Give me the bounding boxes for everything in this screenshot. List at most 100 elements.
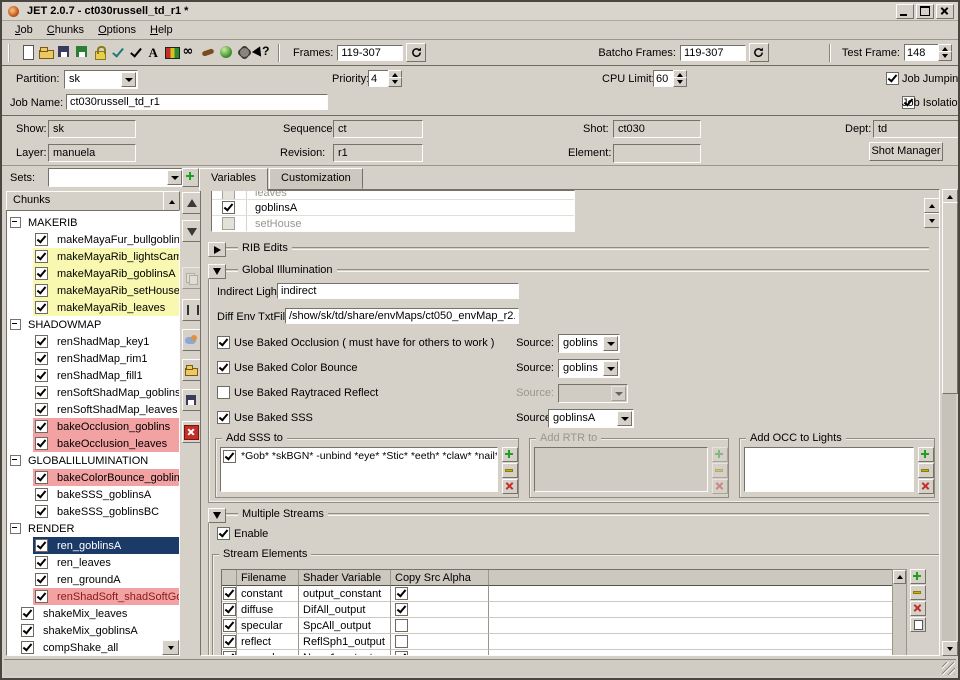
- tree-row-body[interactable]: renSoftShadMap_goblinsA: [33, 384, 180, 401]
- checkbox[interactable]: [223, 603, 236, 616]
- tree-item-makeMayaFur_bullgoblinA[interactable]: makeMayaFur_bullgoblinA: [7, 231, 179, 248]
- test-frame-spinner[interactable]: [904, 44, 952, 61]
- job-name-input[interactable]: [66, 94, 328, 110]
- remove-button[interactable]: [502, 463, 518, 478]
- checkbox[interactable]: [395, 651, 408, 656]
- checkbox[interactable]: [35, 352, 48, 365]
- batch-frames-input[interactable]: [680, 45, 746, 61]
- paint-brush-button[interactable]: [199, 43, 217, 63]
- tree-row-body[interactable]: renShadSoft_shadSoftGoblinsA: [33, 588, 180, 605]
- tree-row-body[interactable]: renSoftShadMap_leaves: [33, 401, 180, 418]
- sphere-button[interactable]: [217, 43, 235, 63]
- job-jumping-checkbox[interactable]: [886, 72, 899, 85]
- tree-scroll-up-button[interactable]: [163, 191, 180, 212]
- scroll-down-button[interactable]: [924, 213, 940, 228]
- checkbox[interactable]: [222, 217, 235, 230]
- tree-row-body[interactable]: makeMayaRib_leaves: [33, 299, 179, 316]
- checkbox[interactable]: [35, 267, 48, 280]
- add-sss-list[interactable]: *Gob* *skBGN* -unbind *eye* *Stic* *eeth…: [220, 447, 498, 492]
- tree-item-bakeSSS_goblinsBC[interactable]: bakeSSS_goblinsBC: [7, 503, 179, 520]
- tree-row-body[interactable]: makeMayaFur_bullgoblinA: [33, 231, 180, 248]
- tree-group-MAKERIB[interactable]: MAKERIB: [7, 214, 179, 231]
- save-button[interactable]: [55, 43, 73, 63]
- diff-env-txtfile-input[interactable]: [285, 308, 519, 324]
- tree-item-bakeOcclusion_leaves[interactable]: bakeOcclusion_leaves: [7, 435, 179, 452]
- tree-row-body[interactable]: bakeColorBounce_goblins: [33, 469, 180, 486]
- menu-item-chunks[interactable]: Chunks: [40, 22, 91, 38]
- spell-check-button[interactable]: [109, 43, 127, 63]
- spin-down-icon[interactable]: [938, 51, 952, 61]
- list-item-goblinsA[interactable]: goblinsA: [212, 200, 574, 216]
- remove-row-button[interactable]: [910, 585, 926, 600]
- test-frame-input[interactable]: [904, 44, 940, 61]
- menu-item-options[interactable]: Options: [91, 22, 143, 38]
- checkbox[interactable]: [35, 539, 48, 552]
- save-button[interactable]: [182, 389, 201, 411]
- tree-row-body[interactable]: ren_groundA: [33, 571, 179, 588]
- cpu-limit-input[interactable]: [653, 70, 675, 87]
- confirm-check-button[interactable]: [127, 43, 145, 63]
- checkbox[interactable]: [21, 624, 34, 637]
- checkbox[interactable]: [35, 233, 48, 246]
- tree-row-body[interactable]: ren_leaves: [33, 554, 179, 571]
- move-up-button[interactable]: [182, 192, 201, 214]
- stream-elements-table[interactable]: FilenameShader VariableCopy Src Alphacon…: [221, 569, 893, 656]
- save-all-button[interactable]: [73, 43, 91, 63]
- delete-button[interactable]: [918, 479, 934, 494]
- tree-item-makeMayaRib_setHouse[interactable]: makeMayaRib_setHouse: [7, 282, 179, 299]
- add-occ-list[interactable]: [744, 447, 914, 492]
- add-button[interactable]: [918, 447, 934, 462]
- checkbox[interactable]: [222, 201, 235, 214]
- use-baked-checkbox[interactable]: [217, 386, 230, 399]
- checkbox[interactable]: [35, 488, 48, 501]
- chevron-down-icon[interactable]: [603, 336, 618, 351]
- checkbox[interactable]: [35, 284, 48, 297]
- table-row-specular[interactable]: specularSpcAll_output: [222, 618, 892, 634]
- maximize-button[interactable]: [916, 4, 934, 19]
- table-row-normals[interactable]: normalsNorm1_output: [222, 650, 892, 656]
- scroll-up-button[interactable]: [893, 570, 906, 584]
- tree-row-body[interactable]: ren_goblinsA: [33, 537, 179, 554]
- frames-input[interactable]: [337, 45, 403, 61]
- delete-button[interactable]: [182, 421, 201, 443]
- source-select[interactable]: goblins: [558, 334, 620, 353]
- tree-row-body[interactable]: makeMayaRib_setHouse: [33, 282, 180, 299]
- tree-row-body[interactable]: renShadMap_key1: [33, 333, 179, 350]
- tree-group-SHADOWMAP[interactable]: SHADOWMAP: [7, 316, 179, 333]
- use-baked-checkbox[interactable]: [217, 336, 230, 349]
- checkbox[interactable]: [35, 505, 48, 518]
- tree-row-body[interactable]: shakeMix_goblinsA: [19, 622, 179, 639]
- render-cloud-button[interactable]: [182, 329, 201, 351]
- checkbox[interactable]: [35, 335, 48, 348]
- sets-select[interactable]: [48, 168, 184, 187]
- chevron-down-icon[interactable]: [603, 361, 618, 376]
- chevron-down-icon[interactable]: [617, 411, 632, 426]
- tree-item-bakeSSS_goblinsA[interactable]: bakeSSS_goblinsA: [7, 486, 179, 503]
- tree-expander-icon[interactable]: [10, 217, 21, 228]
- tree-item-bakeColorBounce_goblins[interactable]: bakeColorBounce_goblins: [7, 469, 179, 486]
- use-baked-checkbox[interactable]: [217, 361, 230, 374]
- tree-item-renShadMap_fill1[interactable]: renShadMap_fill1: [7, 367, 179, 384]
- enable-checkbox[interactable]: [217, 527, 230, 540]
- tree-item-renShadMap_key1[interactable]: renShadMap_key1: [7, 333, 179, 350]
- checkbox[interactable]: [35, 250, 48, 263]
- tree-expander-icon[interactable]: [10, 455, 21, 466]
- tree-scroll-down-button[interactable]: [162, 640, 179, 655]
- menu-item-job[interactable]: Job: [8, 22, 40, 38]
- spin-down-icon[interactable]: [388, 77, 402, 87]
- tree-item-renSoftShadMap_goblinsA[interactable]: renSoftShadMap_goblinsA: [7, 384, 179, 401]
- tree-row-body[interactable]: renShadMap_fill1: [33, 367, 179, 384]
- tree-item-shakeMix_goblinsA[interactable]: shakeMix_goblinsA: [7, 622, 179, 639]
- use-baked-checkbox[interactable]: [217, 411, 230, 424]
- scroll-up-button[interactable]: [924, 198, 940, 213]
- spin-down-icon[interactable]: [673, 77, 687, 87]
- tree-row-body[interactable]: renShadMap_rim1: [33, 350, 179, 367]
- close-button[interactable]: [936, 4, 954, 19]
- checkbox[interactable]: [35, 386, 48, 399]
- tree-item-makeMayaRib_lightsCam[interactable]: makeMayaRib_lightsCam: [7, 248, 179, 265]
- checkbox[interactable]: [35, 471, 48, 484]
- tree-expander-icon[interactable]: [10, 523, 21, 534]
- checkbox[interactable]: [35, 403, 48, 416]
- sss-pattern-item[interactable]: *Gob* *skBGN* -unbind *eye* *Stic* *eeth…: [221, 448, 497, 465]
- tree-row-body[interactable]: makeMayaRib_goblinsA: [33, 265, 179, 282]
